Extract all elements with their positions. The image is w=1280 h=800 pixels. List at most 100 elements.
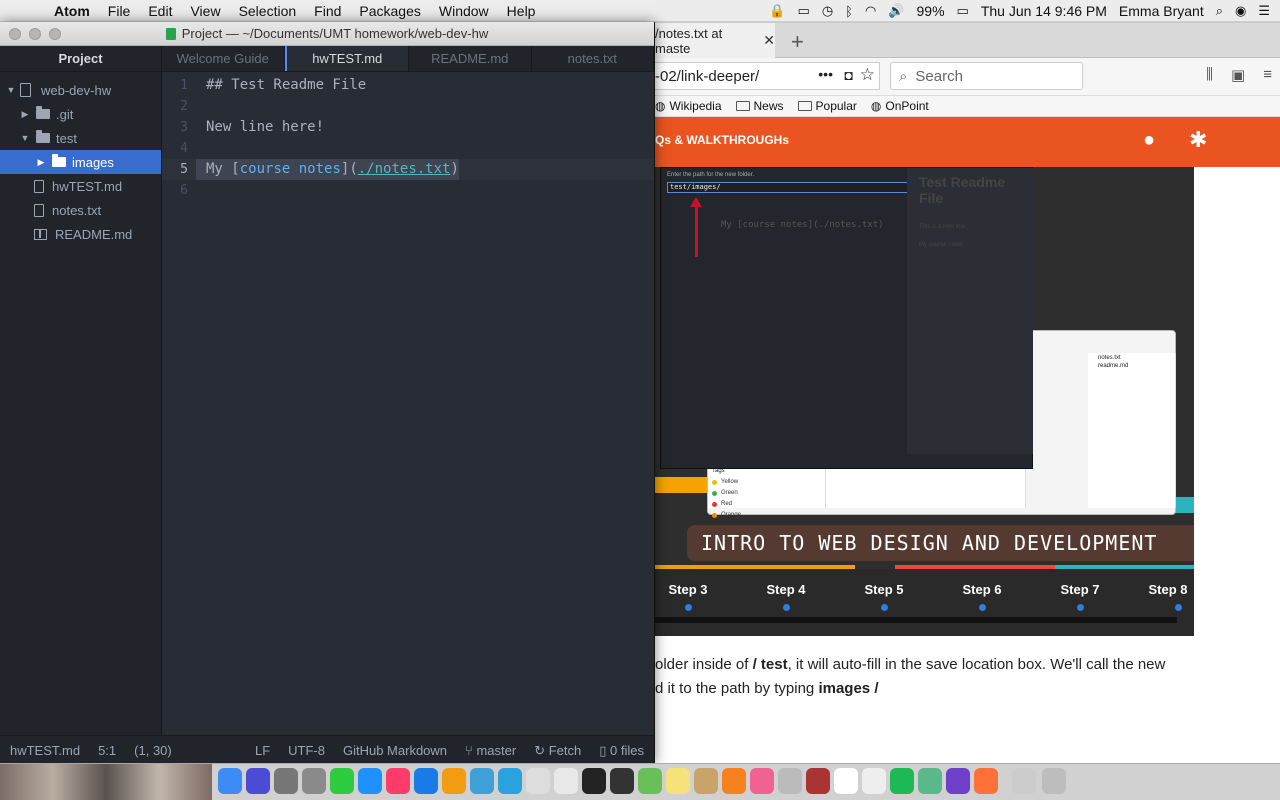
help-icon[interactable]: [778, 768, 802, 794]
text-editor[interactable]: 1 ## Test Readme File 2 3 New line here!…: [162, 72, 654, 735]
maps-icon[interactable]: [638, 768, 662, 794]
photos-app-icon[interactable]: [750, 768, 774, 794]
calendar-icon[interactable]: [834, 768, 858, 794]
line-text[interactable]: [196, 96, 206, 117]
github-desktop-icon[interactable]: [946, 768, 970, 794]
airplay-icon[interactable]: ▭: [798, 3, 810, 19]
browser-tab[interactable]: /notes.txt at maste ✕: [655, 23, 775, 58]
bookmark-news[interactable]: News: [735, 99, 784, 113]
menu-file[interactable]: File: [108, 3, 131, 19]
status-grammar[interactable]: GitHub Markdown: [343, 743, 447, 759]
line-text[interactable]: [196, 138, 206, 159]
url-bar[interactable]: -02/link-deeper/ ••• ◘ ☆: [655, 62, 880, 90]
new-tab-icon[interactable]: +: [791, 29, 804, 55]
page-actions-icon[interactable]: •••: [818, 66, 833, 82]
tree-view-title[interactable]: Project: [0, 46, 161, 72]
messages-icon[interactable]: [498, 768, 522, 794]
chevron-right-icon[interactable]: ▶: [20, 109, 30, 120]
tree-file-notes[interactable]: notes.txt: [0, 198, 161, 222]
hamburger-menu-icon[interactable]: ≡: [1263, 66, 1272, 84]
menu-app-name[interactable]: Atom: [54, 3, 90, 19]
tree-folder-git[interactable]: ▶ .git: [0, 102, 161, 126]
downloads-stack-icon[interactable]: [1012, 768, 1036, 794]
chevron-down-icon[interactable]: ▼: [20, 133, 30, 143]
tree-root-web-dev-hw[interactable]: ▼ web-dev-hw: [0, 78, 161, 102]
activity-monitor-icon[interactable]: [610, 768, 634, 794]
chevron-down-icon[interactable]: ▼: [6, 85, 16, 95]
menu-packages[interactable]: Packages: [359, 3, 420, 19]
menu-help[interactable]: Help: [507, 3, 536, 19]
line-text[interactable]: ## Test Readme File: [196, 75, 366, 96]
wifi-icon[interactable]: ◠: [865, 3, 876, 19]
chevron-right-icon[interactable]: ▶: [36, 157, 46, 168]
sidebar-icon[interactable]: ▣: [1231, 66, 1245, 84]
notes-icon[interactable]: [666, 768, 690, 794]
library-icon[interactable]: ⫼: [1206, 66, 1213, 84]
spotify-icon[interactable]: [890, 768, 914, 794]
status-cursor-position[interactable]: 5:1: [98, 743, 116, 758]
site-nav-link[interactable]: Qs & WALKTHROUGHs: [655, 133, 789, 147]
contacts-icon[interactable]: [694, 768, 718, 794]
firefox-icon[interactable]: [974, 768, 998, 794]
line-text-selected[interactable]: My [course notes](./notes.txt): [196, 159, 459, 180]
status-branch[interactable]: ⑂ master: [465, 743, 516, 759]
line-text[interactable]: [196, 180, 206, 201]
tab-welcome-guide[interactable]: Welcome Guide: [162, 46, 285, 71]
menu-edit[interactable]: Edit: [148, 3, 172, 19]
bookmark-wikipedia[interactable]: ◍ Wikipedia: [655, 99, 722, 113]
status-line-ending[interactable]: LF: [255, 743, 270, 759]
trash-icon[interactable]: [1042, 768, 1066, 794]
line-text[interactable]: New line here!: [196, 117, 324, 138]
tree-file-readme[interactable]: README.md: [0, 222, 161, 246]
bookmark-popular[interactable]: Popular: [797, 99, 857, 113]
battery-percent[interactable]: 99%: [917, 3, 945, 19]
siri-icon[interactable]: ◉: [1235, 3, 1246, 19]
ibooks-icon[interactable]: [442, 768, 466, 794]
vlc-icon[interactable]: [722, 768, 746, 794]
atom-icon[interactable]: [918, 768, 942, 794]
menu-selection[interactable]: Selection: [239, 3, 297, 19]
launchpad-icon[interactable]: [274, 768, 298, 794]
volume-icon[interactable]: 🔊: [888, 3, 904, 19]
atom-title-bar[interactable]: Project — ~/Documents/UMT homework/web-d…: [0, 22, 654, 46]
bookmark-star-icon[interactable]: ☆: [860, 65, 875, 85]
status-encoding[interactable]: UTF-8: [288, 743, 325, 759]
clock[interactable]: Thu Jun 14 9:46 PM: [981, 3, 1107, 19]
tree-file-hwtest[interactable]: hwTEST.md: [0, 174, 161, 198]
siri-icon[interactable]: [246, 768, 270, 794]
bookmark-onpoint[interactable]: ◍ OnPoint: [871, 99, 929, 113]
menu-find[interactable]: Find: [314, 3, 341, 19]
xcode-icon[interactable]: [470, 768, 494, 794]
tree-folder-images[interactable]: ▶ images: [0, 150, 161, 174]
finder-icon[interactable]: [218, 768, 242, 794]
pocket-icon[interactable]: ◘: [845, 67, 853, 83]
battery-icon[interactable]: ▭: [957, 3, 969, 19]
user-name[interactable]: Emma Bryant: [1119, 3, 1204, 19]
reminders-icon[interactable]: [862, 768, 886, 794]
tree-folder-test[interactable]: ▼ test: [0, 126, 161, 150]
facetime-icon[interactable]: [330, 768, 354, 794]
system-preferences-icon[interactable]: [302, 768, 326, 794]
tab-hwtest[interactable]: hwTEST.md: [284, 46, 409, 71]
spotlight-icon[interactable]: ⌕: [1216, 3, 1223, 19]
app-store-icon[interactable]: [358, 768, 382, 794]
time-machine-icon[interactable]: ◷: [822, 3, 833, 19]
menu-window[interactable]: Window: [439, 3, 489, 19]
gear-icon[interactable]: ✱: [1189, 127, 1207, 153]
bluetooth-icon[interactable]: ᛒ: [845, 4, 853, 19]
status-files[interactable]: ▯ 0 files: [599, 743, 644, 759]
photo-booth-icon[interactable]: [806, 768, 830, 794]
status-file-name[interactable]: hwTEST.md: [10, 743, 80, 758]
photos-icon[interactable]: [526, 768, 550, 794]
tab-readme[interactable]: README.md: [409, 46, 532, 71]
itunes-icon[interactable]: [386, 768, 410, 794]
close-icon[interactable]: ✕: [763, 32, 775, 49]
camera-icon[interactable]: [582, 768, 606, 794]
search-input[interactable]: ⌕ Search: [890, 62, 1083, 90]
status-fetch[interactable]: ↻ Fetch: [534, 743, 581, 759]
textedit-icon[interactable]: [554, 768, 578, 794]
tab-notes[interactable]: notes.txt: [532, 46, 654, 71]
safari-icon[interactable]: [414, 768, 438, 794]
lock-icon[interactable]: 🔒: [769, 3, 785, 19]
menu-view[interactable]: View: [190, 3, 220, 19]
